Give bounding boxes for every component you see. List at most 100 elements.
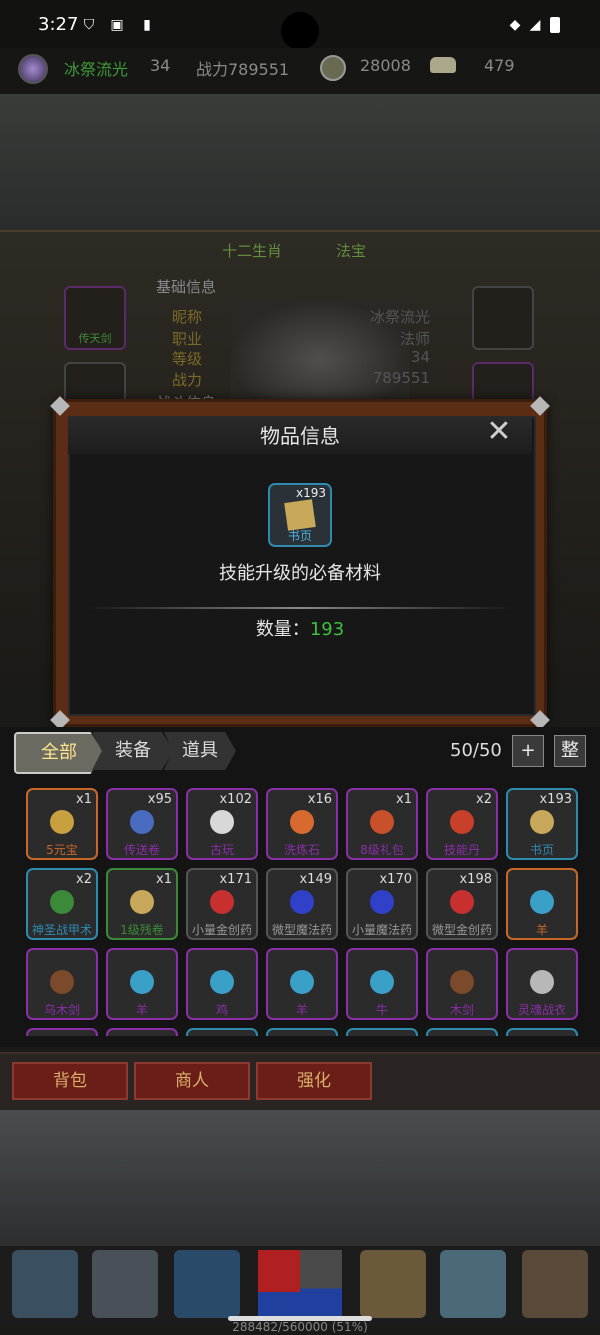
close-icon[interactable]: ✕: [484, 417, 514, 448]
bag-slot[interactable]: 木剑: [426, 948, 498, 1020]
bag-slot[interactable]: x1 1级残卷: [106, 868, 178, 940]
item-name: 技能丹: [443, 843, 480, 857]
wheel-icon[interactable]: [174, 1250, 240, 1318]
health-bar: [258, 1250, 300, 1320]
item-count: x95: [147, 792, 172, 807]
sdcard-icon: ▮: [143, 17, 151, 33]
merchant-button[interactable]: 商人: [134, 1062, 250, 1100]
item-description: 技能升级的必备材料: [219, 563, 381, 584]
home-indicator[interactable]: [228, 1316, 372, 1321]
sort-bag-button[interactable]: 整: [554, 735, 586, 767]
item-icon: [130, 890, 154, 914]
map-icon[interactable]: [440, 1250, 506, 1318]
tab-all[interactable]: 全部: [14, 732, 104, 774]
item-name: 神圣战甲术: [31, 923, 92, 937]
bag-slot[interactable]: [506, 1028, 578, 1036]
bag-slot[interactable]: x2 神圣战甲术: [26, 868, 98, 940]
item-name: 书页: [529, 843, 554, 857]
item-name: 微型魔法药: [271, 923, 332, 937]
enhance-button[interactable]: 强化: [256, 1062, 372, 1100]
item-icon: [290, 810, 314, 834]
player-name: 冰祭流光: [64, 60, 129, 79]
item-icon: [530, 890, 554, 914]
info-label-level: 等级: [172, 350, 203, 368]
scene-background: [0, 94, 600, 230]
item-name: 羊: [535, 923, 548, 937]
sword-icon[interactable]: [12, 1250, 78, 1318]
bag-slot[interactable]: [106, 1028, 178, 1036]
item-name: 小量金创药: [191, 923, 252, 937]
shield-icon: ⛉: [83, 17, 95, 33]
item-name: 乌木剑: [43, 1003, 80, 1017]
bag-slot[interactable]: x171 小量金创药: [186, 868, 258, 940]
bag-button[interactable]: 背包: [12, 1062, 128, 1100]
bag-slot[interactable]: x198 微型金创药: [426, 868, 498, 940]
dialog-item-slot: x193 书页: [268, 483, 332, 547]
battery-icon: [550, 17, 560, 33]
item-icon: [290, 970, 314, 994]
item-icon: [50, 810, 74, 834]
item-name: 羊: [135, 1003, 148, 1017]
bag-slot[interactable]: 羊: [266, 948, 338, 1020]
bag-slot[interactable]: x193 书页: [506, 788, 578, 860]
info-value-power: 789551: [372, 369, 430, 387]
bag-slot[interactable]: 羊: [106, 948, 178, 1020]
dialog-item-count: x193: [295, 486, 326, 500]
item-count: x1: [156, 872, 172, 887]
item-name: 灵魂战衣: [517, 1003, 566, 1017]
player-bar: 冰祭流光 34 战力789551 28008 479: [0, 48, 600, 94]
expand-bag-button[interactable]: +: [512, 735, 544, 767]
bag-slot[interactable]: 牛: [346, 948, 418, 1020]
bag-slot[interactable]: x1 8级礼包: [346, 788, 418, 860]
tab-treasure[interactable]: 法宝: [336, 240, 366, 261]
info-label-power: 战力: [172, 371, 203, 389]
bag-slot[interactable]: [426, 1028, 498, 1036]
item-icon: [530, 810, 554, 834]
item-icon: [530, 970, 554, 994]
item-count: x1: [76, 792, 92, 807]
item-icon: [370, 890, 394, 914]
info-value-nickname: 冰祭流光: [369, 308, 430, 326]
bag-slot[interactable]: x95 传送卷: [106, 788, 178, 860]
bag-slot[interactable]: [186, 1028, 258, 1036]
bag-slot[interactable]: x102 古玩: [186, 788, 258, 860]
info-label-nickname: 昵称: [172, 308, 203, 326]
bag-slot[interactable]: x2 技能丹: [426, 788, 498, 860]
bag-slot[interactable]: 乌木剑: [26, 948, 98, 1020]
item-name: 8级礼包: [360, 843, 404, 857]
bag-slot[interactable]: [346, 1028, 418, 1036]
bag-slot[interactable]: [266, 1028, 338, 1036]
item-icon: [290, 890, 314, 914]
item-icon: [50, 970, 74, 994]
item-icon: [210, 810, 234, 834]
item-icon: [210, 970, 234, 994]
item-name: 羊: [295, 1003, 308, 1017]
item-name: 传送卷: [123, 843, 160, 857]
item-icon: [450, 970, 474, 994]
bag-slot[interactable]: [26, 1028, 98, 1036]
equip-slot-weapon[interactable]: 传天剑: [64, 286, 126, 350]
bag-slot[interactable]: x16 洗炼石: [266, 788, 338, 860]
tab-items[interactable]: 道具: [164, 732, 236, 770]
chest-icon[interactable]: [522, 1250, 588, 1318]
tab-equipment[interactable]: 装备: [92, 732, 174, 770]
item-icon: [130, 970, 154, 994]
bag-slot[interactable]: 鸡: [186, 948, 258, 1020]
scroll-icon[interactable]: [360, 1250, 426, 1318]
bag-slot[interactable]: x170 小量魔法药: [346, 868, 418, 940]
bag-slot[interactable]: 羊: [506, 868, 578, 940]
bag-slot[interactable]: 灵魂战衣: [506, 948, 578, 1020]
equip-slot-helmet[interactable]: [472, 286, 534, 350]
avatar[interactable]: [18, 54, 48, 84]
camera-cutout: [281, 12, 319, 50]
bag-slot[interactable]: x149 微型魔法药: [266, 868, 338, 940]
bag-slot[interactable]: x1 5元宝: [26, 788, 98, 860]
divider: [86, 607, 514, 609]
item-info-dialog: 物品信息 ✕ x193 书页 技能升级的必备材料 数量：193: [50, 396, 550, 730]
knight-icon[interactable]: [92, 1250, 158, 1318]
item-name: 古玩: [209, 843, 234, 857]
scene-background: [0, 1110, 600, 1246]
signal-icon: ◢: [529, 17, 541, 33]
clock: 3:27: [38, 14, 79, 35]
tab-zodiac[interactable]: 十二生肖: [222, 240, 282, 261]
